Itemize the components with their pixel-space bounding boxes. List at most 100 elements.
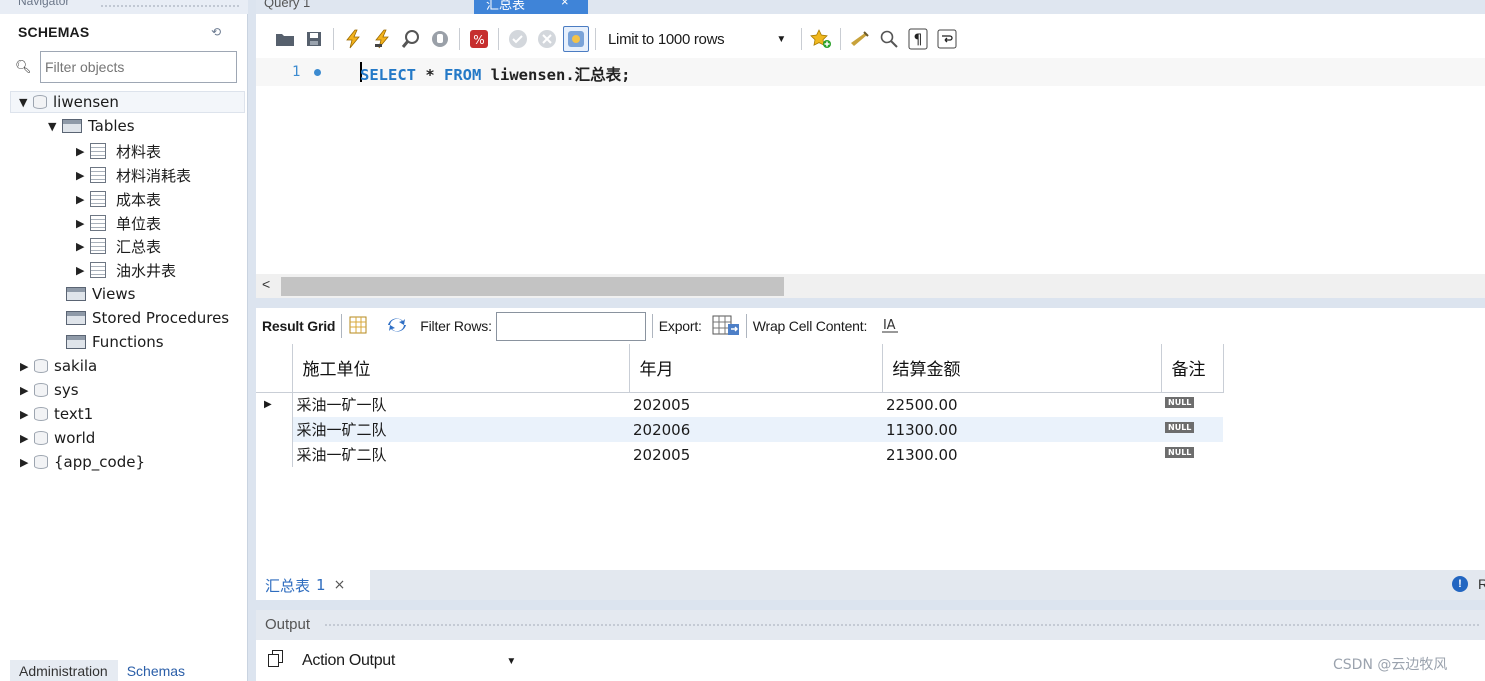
cell[interactable]: 202005 [629, 392, 882, 417]
table-item[interactable]: ▶ 油水井表 [76, 259, 176, 281]
cell[interactable]: 采油一矿一队 [292, 392, 629, 417]
schema-item-app-code[interactable]: ▶ {app_code} [20, 451, 145, 473]
stop-icon[interactable] [427, 26, 453, 52]
filter-objects-input[interactable] [40, 51, 237, 83]
scroll-left-icon[interactable]: < [262, 276, 270, 292]
column-header[interactable]: 备注 [1161, 344, 1224, 393]
table-item[interactable]: ▶ 材料表 [76, 140, 161, 162]
expand-arrow-icon[interactable]: ▶ [76, 145, 90, 158]
sql-line-1[interactable]: 1 SELECT * FROM liwensen.汇总表; [256, 58, 1485, 86]
expand-arrow-icon[interactable]: ▶ [20, 456, 34, 469]
cell[interactable]: NULL [1161, 417, 1223, 442]
cell[interactable]: NULL [1161, 442, 1223, 467]
cell[interactable]: 采油一矿二队 [292, 442, 629, 467]
add-snippet-icon[interactable] [808, 26, 834, 52]
execute-icon[interactable] [340, 26, 366, 52]
schema-item-sys[interactable]: ▶ sys [20, 379, 79, 401]
expand-arrow-icon[interactable]: ▶ [20, 384, 34, 397]
limit-rows-select[interactable]: Limit to 1000 rows ▼ [602, 27, 794, 51]
sql-editor: % Limit to 1000 rows ▼ ¶ 1 SELECT * FROM… [256, 14, 1485, 274]
sql-statement[interactable]: SELECT * FROM liwensen.汇总表; [360, 63, 630, 85]
cell[interactable]: 采油一矿二队 [292, 417, 629, 442]
cell[interactable]: 22500.00 [882, 392, 1161, 417]
copy-icon[interactable] [268, 650, 284, 668]
expand-arrow-icon[interactable]: ▶ [20, 360, 34, 373]
close-tab-icon[interactable]: × [561, 0, 569, 9]
schema-item-liwensen[interactable]: ▼ liwensen [10, 91, 245, 113]
side-panel-label[interactable]: R [1478, 576, 1485, 592]
table-icon [90, 238, 106, 254]
invisible-characters-icon[interactable]: ¶ [905, 26, 931, 52]
wrap-lines-icon[interactable] [934, 26, 960, 52]
wrap-cell-content-icon[interactable]: IA [881, 315, 899, 338]
column-header[interactable]: 年月 [629, 344, 883, 393]
expand-arrow-icon[interactable]: ▶ [76, 240, 90, 253]
cell[interactable]: 21300.00 [882, 442, 1161, 467]
expand-arrow-icon[interactable]: ▶ [76, 264, 90, 277]
close-result-tab-icon[interactable]: × [334, 577, 346, 593]
filter-rows-input[interactable] [495, 311, 646, 341]
output-panel-header: Output [256, 610, 1485, 640]
toolbar-separator [651, 314, 653, 338]
cell[interactable]: 202005 [629, 442, 882, 467]
tab-query-1[interactable]: Query 1 [264, 0, 310, 10]
editor-horizontal-scrollbar[interactable]: < [256, 274, 1485, 298]
schema-item-sakila[interactable]: ▶ sakila [20, 355, 97, 377]
current-row-indicator-icon: ▶ [256, 392, 293, 417]
tab-administration[interactable]: Administration [10, 660, 118, 681]
functions-folder[interactable]: Functions [66, 331, 164, 353]
toggle-autocommit-icon[interactable] [563, 26, 589, 52]
expand-arrow-icon[interactable]: ▶ [76, 193, 90, 206]
table-item[interactable]: ▶ 材料消耗表 [76, 164, 191, 186]
commit-icon[interactable] [505, 26, 531, 52]
find-icon[interactable] [876, 26, 902, 52]
form-editor-icon[interactable] [348, 315, 368, 338]
table-item[interactable]: ▶ 单位表 [76, 212, 161, 234]
column-header[interactable]: 结算金额 [882, 344, 1162, 393]
expand-arrow-icon[interactable]: ▶ [20, 432, 34, 445]
schema-item-text1[interactable]: ▶ text1 [20, 403, 93, 425]
execute-current-icon[interactable] [369, 26, 395, 52]
expand-arrow-icon[interactable]: ▶ [76, 169, 90, 182]
dropdown-arrow-icon: ▼ [776, 33, 786, 45]
table-row[interactable]: ▶ 采油一矿一队 202005 22500.00 NULL [256, 392, 1223, 417]
table-label: 单位表 [116, 214, 162, 233]
refresh-schemas-icon[interactable]: ⟲ [211, 25, 221, 39]
collapse-arrow-icon[interactable]: ▼ [48, 120, 62, 133]
export-icon[interactable] [712, 313, 740, 340]
views-folder[interactable]: Views [66, 283, 135, 305]
result-tab[interactable]: 汇总表 1 × [256, 570, 370, 600]
stored-procedures-folder[interactable]: Stored Procedures [66, 307, 229, 329]
tab-schemas[interactable]: Schemas [117, 660, 196, 681]
result-grid-tab[interactable]: Result Grid [262, 318, 335, 334]
collapse-arrow-icon[interactable]: ▼ [19, 96, 33, 109]
cell[interactable]: 202006 [629, 417, 882, 442]
info-icon[interactable]: ! [1452, 576, 1468, 592]
open-file-icon[interactable] [272, 26, 298, 52]
refresh-results-icon[interactable] [386, 316, 408, 337]
table-item[interactable]: ▶ 汇总表 [76, 235, 161, 257]
table-row[interactable]: 采油一矿二队 202006 11300.00 NULL [256, 417, 1223, 442]
expand-arrow-icon[interactable]: ▶ [76, 217, 90, 230]
tab-active-query[interactable]: 汇总表 × [474, 0, 588, 14]
output-title: Output [265, 616, 311, 633]
beautify-icon[interactable] [847, 26, 873, 52]
table-row[interactable]: 采油一矿二队 202005 21300.00 NULL [256, 442, 1223, 467]
cell[interactable]: NULL [1161, 392, 1223, 417]
column-header[interactable]: 施工单位 [292, 344, 630, 393]
cell[interactable]: 11300.00 [882, 417, 1161, 442]
table-item[interactable]: ▶ 成本表 [76, 188, 161, 210]
expand-arrow-icon[interactable]: ▶ [20, 408, 34, 421]
rollback-icon[interactable] [534, 26, 560, 52]
explain-icon[interactable] [398, 26, 424, 52]
toggle-continue-on-error-icon[interactable]: % [466, 26, 492, 52]
schema-item-world[interactable]: ▶ world [20, 427, 95, 449]
save-icon[interactable] [301, 26, 327, 52]
output-type-select[interactable]: Action Output ▼ [296, 648, 522, 674]
toolbar-separator [745, 314, 747, 338]
navigator-header: Navigator [0, 0, 248, 14]
tables-folder[interactable]: ▼ Tables [48, 115, 135, 137]
scrollbar-thumb[interactable] [281, 277, 784, 296]
svg-text:IA: IA [883, 318, 896, 333]
sql-keyword-select: SELECT [360, 66, 416, 84]
